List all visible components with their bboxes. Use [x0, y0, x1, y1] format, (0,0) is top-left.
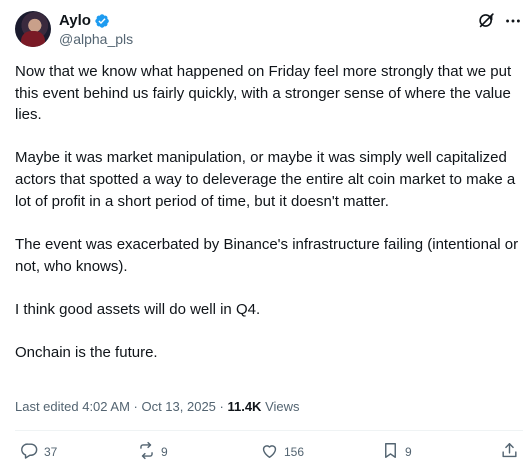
like-icon	[260, 441, 279, 463]
post-paragraph: Onchain is the future.	[15, 343, 158, 361]
post-paragraph: The event was exacerbated by Binance's i…	[15, 235, 519, 275]
verified-badge-icon	[94, 13, 110, 29]
reply-count: 37	[44, 445, 58, 459]
repost-button[interactable]: 9	[137, 441, 168, 463]
repost-icon	[137, 441, 156, 463]
bookmark-icon	[381, 441, 400, 463]
avatar[interactable]	[15, 11, 51, 47]
repost-count: 9	[161, 445, 168, 459]
share-icon	[500, 441, 519, 463]
author-handle[interactable]: @alpha_pls	[59, 31, 133, 47]
post-meta: Last edited 4:02 AM · Oct 13, 2025 · 11.…	[15, 399, 300, 414]
views-label: Views	[261, 399, 300, 414]
divider	[15, 430, 523, 431]
views-count[interactable]: 11.4K	[227, 399, 261, 414]
reply-button[interactable]: 37	[20, 441, 57, 463]
reply-icon	[20, 441, 39, 463]
post-paragraph: Maybe it was market manipulation, or may…	[15, 149, 516, 210]
post-paragraph: I think good assets will do well in Q4.	[15, 300, 261, 318]
post-paragraph: Now that we know what happened on Friday…	[15, 63, 512, 124]
share-button[interactable]	[500, 441, 519, 463]
action-bar: 37 9 156 9	[15, 441, 523, 465]
bookmark-count: 9	[405, 445, 412, 459]
edited-timestamp[interactable]: Last edited 4:02 AM · Oct 13, 2025 ·	[15, 399, 227, 414]
bookmark-button[interactable]: 9	[381, 441, 412, 463]
grok-icon[interactable]	[478, 12, 495, 29]
author-display-name[interactable]: Aylo	[59, 12, 91, 29]
more-icon[interactable]	[503, 11, 523, 31]
post-body: Now that we know what happened on Friday…	[15, 61, 525, 385]
post-header: Aylo @alpha_pls	[15, 11, 523, 51]
like-button[interactable]: 156	[260, 441, 304, 463]
author-name-row: Aylo	[59, 12, 110, 29]
like-count: 156	[284, 445, 305, 459]
